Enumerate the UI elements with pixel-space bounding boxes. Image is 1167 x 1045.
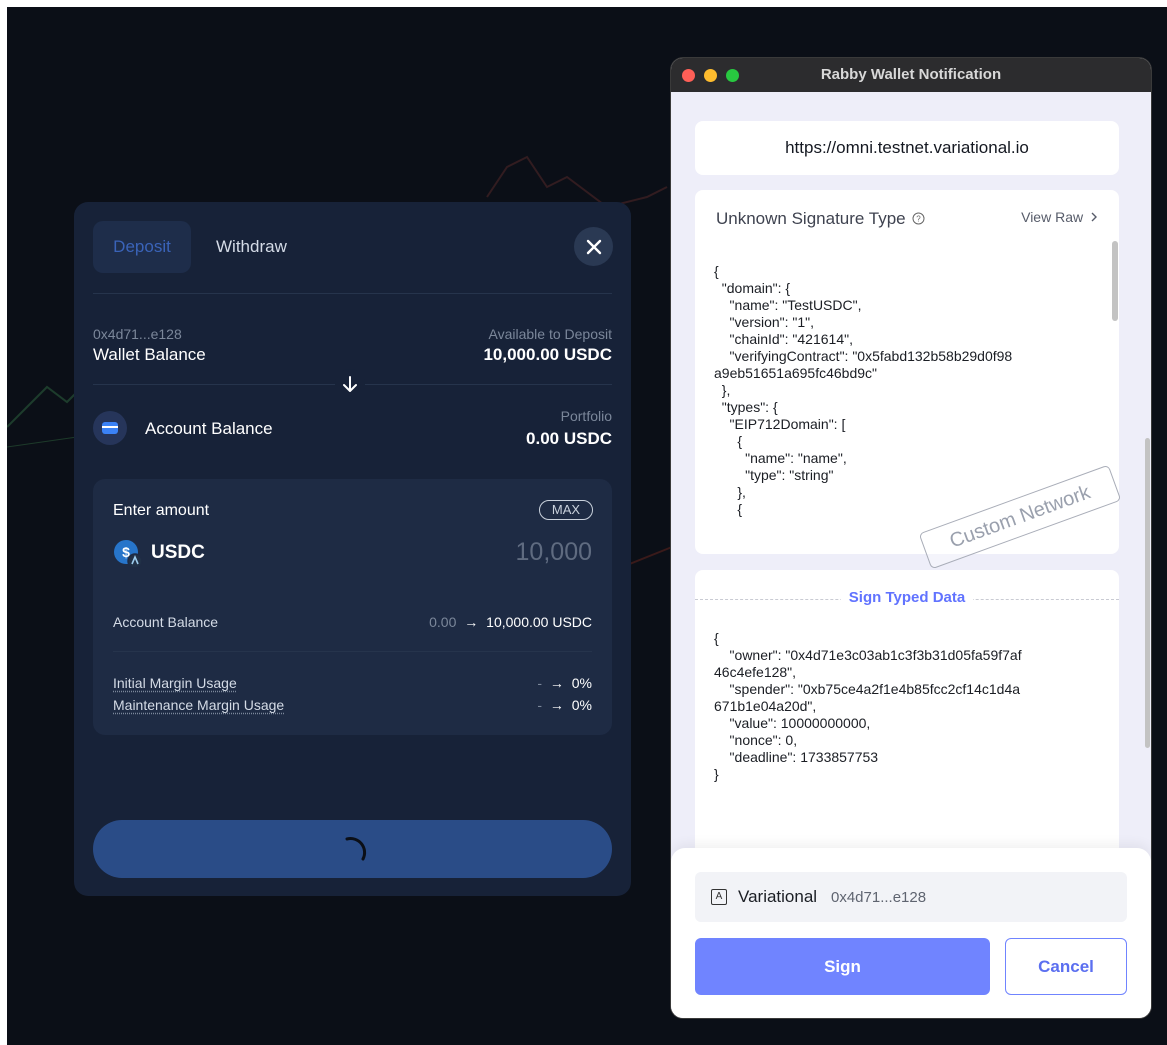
summary-account-balance-label: Account Balance — [113, 614, 219, 630]
summary-account-balance-from: 0.00 — [429, 614, 457, 630]
divider — [93, 293, 612, 294]
origin-card: https://omni.testnet.variational.io — [695, 121, 1119, 175]
deposit-submit-button[interactable] — [93, 820, 612, 878]
help-icon[interactable]: ? — [912, 212, 925, 225]
window-zoom-button[interactable] — [726, 69, 739, 82]
window-minimize-button[interactable] — [704, 69, 717, 82]
signer-account: A Variational 0x4d71...e128 — [695, 872, 1127, 922]
tab-deposit[interactable]: Deposit — [93, 221, 191, 273]
window-titlebar: Rabby Wallet Notification — [671, 58, 1151, 92]
window-title: Rabby Wallet Notification — [820, 66, 1002, 83]
max-button[interactable]: MAX — [539, 500, 593, 520]
account-badge-icon: A — [711, 889, 727, 905]
wallet-address: 0x4d71...e128 — [93, 326, 182, 342]
view-raw-text: View Raw — [1021, 209, 1084, 225]
available-label: Available to Deposit — [488, 326, 612, 342]
account-name: Variational — [738, 887, 818, 906]
view-raw-link[interactable]: View Raw — [1021, 209, 1098, 225]
account-address: 0x4d71...e128 — [831, 889, 927, 906]
maintenance-margin-from: - — [537, 697, 542, 713]
arrow-right-icon: → — [464, 614, 479, 630]
sign-typed-data-header: Sign Typed Data — [695, 589, 1119, 607]
initial-margin-label[interactable]: Initial Margin Usage — [113, 675, 237, 691]
arrow-down-icon — [335, 369, 365, 399]
maintenance-margin-label[interactable]: Maintenance Margin Usage — [113, 697, 284, 713]
token-symbol: USDC — [151, 542, 205, 563]
signature-type: Unknown Signature Type ? — [716, 209, 925, 229]
usdc-icon: $ — [114, 540, 143, 569]
initial-margin-to: 0% — [571, 675, 592, 691]
raw-message-json: { "domain": { "name": "TestUSDC", "versi… — [714, 263, 1013, 517]
divider — [113, 651, 592, 652]
signature-type-text: Unknown Signature Type — [716, 209, 906, 228]
close-icon — [586, 239, 601, 254]
loading-spinner-icon — [345, 837, 366, 861]
enter-amount-label: Enter amount — [113, 502, 210, 519]
maintenance-margin-to: 0% — [571, 697, 592, 713]
window-close-button[interactable] — [682, 69, 695, 82]
amount-panel: Enter amount MAX $ USDC 10,000 Account B… — [93, 479, 612, 735]
rabby-notification-window: Rabby Wallet Notification https://omni.t… — [671, 58, 1151, 1018]
sign-typed-data-label: Sign Typed Data — [840, 589, 974, 606]
arrow-right-icon: → — [549, 675, 564, 691]
amount-input[interactable]: 10,000 — [516, 538, 592, 567]
signing-footer: A Variational 0x4d71...e128 Sign Cancel — [671, 848, 1151, 1018]
portfolio-value: 0.00 USDC — [526, 429, 612, 448]
raw-scrollbar[interactable] — [1112, 241, 1118, 321]
chevron-right-icon — [1091, 212, 1097, 222]
wallet-balance-label: Wallet Balance — [93, 345, 206, 364]
initial-margin-from: - — [537, 675, 542, 691]
typed-data-json: { "owner": "0x4d71e3c03ab1c3f3b31d05fa59… — [714, 630, 1022, 782]
window-scrollbar[interactable] — [1145, 438, 1150, 748]
tab-withdraw[interactable]: Withdraw — [216, 221, 287, 273]
svg-text:?: ? — [917, 215, 922, 224]
sign-button[interactable]: Sign — [695, 938, 990, 995]
available-value: 10,000.00 USDC — [483, 345, 612, 364]
account-balance-label: Account Balance — [145, 419, 273, 438]
portfolio-label: Portfolio — [560, 408, 612, 424]
summary-account-balance-to: 10,000.00 USDC — [486, 614, 592, 630]
wallet-icon — [93, 411, 127, 445]
close-button[interactable] — [574, 227, 613, 266]
origin-url: https://omni.testnet.variational.io — [785, 138, 1029, 157]
arrow-right-icon: → — [549, 697, 564, 713]
cancel-button[interactable]: Cancel — [1005, 938, 1127, 995]
typed-data-card: Sign Typed Data { "owner": "0x4d71e3c03a… — [695, 570, 1119, 860]
deposit-modal: Deposit Withdraw 0x4d71...e128 Wallet Ba… — [74, 202, 631, 896]
